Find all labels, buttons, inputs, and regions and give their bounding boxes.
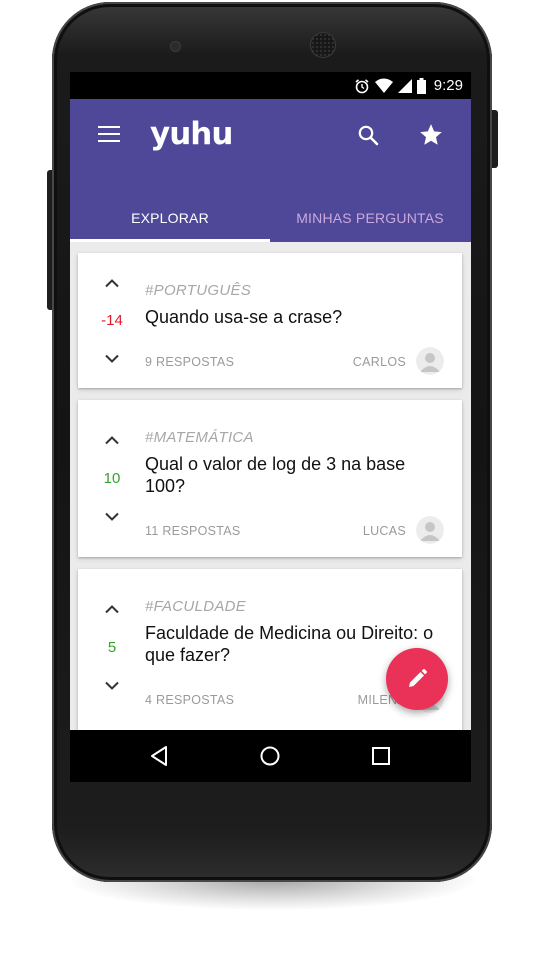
home-icon[interactable] xyxy=(258,744,282,768)
power-button xyxy=(491,110,498,168)
signal-icon xyxy=(397,78,412,93)
answers-count: 11 RESPOSTAS xyxy=(145,524,241,538)
author-name: LUCAS xyxy=(362,524,406,538)
tab-label: MINHAS PERGUNTAS xyxy=(296,210,444,226)
app-logo: yuhu xyxy=(150,116,233,152)
upvote-icon[interactable] xyxy=(104,604,120,614)
tab-minhas-perguntas[interactable]: MINHAS PERGUNTAS xyxy=(270,194,470,242)
pencil-icon xyxy=(409,668,428,687)
navigation-bar xyxy=(70,730,471,782)
avatar-icon xyxy=(416,516,444,544)
question-tag[interactable]: #MATEMÁTICA xyxy=(145,429,254,446)
upvote-icon[interactable] xyxy=(104,435,120,445)
front-camera xyxy=(171,42,180,51)
tab-explorar[interactable]: EXPLORAR xyxy=(70,194,270,242)
answers-count: 9 RESPOSTAS xyxy=(145,355,235,369)
question-title: Qual o valor de log de 3 na base 100? xyxy=(145,454,406,496)
wifi-icon xyxy=(374,78,393,93)
vote-score: 5 xyxy=(107,639,117,656)
author-name: CARLOS xyxy=(352,355,406,369)
screen: 9:29 yuhu EXPLORAR MINHAS PERGUNTAS -14 … xyxy=(70,72,471,730)
vote-score: 10 xyxy=(103,470,121,487)
recents-icon[interactable] xyxy=(369,744,393,768)
question-card[interactable]: -14 #PORTUGUÊS Quando usa-se a crase? 9 … xyxy=(78,253,462,388)
downvote-icon[interactable] xyxy=(104,681,120,691)
downvote-icon[interactable] xyxy=(104,354,120,364)
tab-bar: EXPLORAR MINHAS PERGUNTAS xyxy=(70,194,471,242)
star-icon[interactable] xyxy=(418,122,444,148)
status-time: 9:29 xyxy=(433,77,463,94)
avatar-icon xyxy=(416,347,444,375)
question-title: Quando usa-se a crase? xyxy=(145,307,343,327)
earpiece-speaker xyxy=(311,33,335,57)
answers-count: 4 RESPOSTAS xyxy=(145,693,235,707)
new-question-fab[interactable] xyxy=(386,648,448,710)
tab-indicator xyxy=(70,239,270,242)
back-icon[interactable] xyxy=(147,744,171,768)
alarm-icon xyxy=(355,78,369,93)
downvote-icon[interactable] xyxy=(104,512,120,522)
vote-score: -14 xyxy=(101,312,123,329)
question-tag[interactable]: #PORTUGUÊS xyxy=(145,282,251,299)
upvote-icon[interactable] xyxy=(104,278,120,288)
app-bar: yuhu EXPLORAR MINHAS PERGUNTAS xyxy=(70,99,471,242)
search-icon[interactable] xyxy=(356,123,380,147)
battery-icon xyxy=(416,77,426,94)
question-card[interactable]: 10 #MATEMÁTICA Qual o valor de log de 3 … xyxy=(78,400,462,557)
status-bar: 9:29 xyxy=(70,72,471,99)
tab-label: EXPLORAR xyxy=(131,210,209,226)
question-tag[interactable]: #FACULDADE xyxy=(145,598,246,615)
menu-icon[interactable] xyxy=(98,126,120,142)
